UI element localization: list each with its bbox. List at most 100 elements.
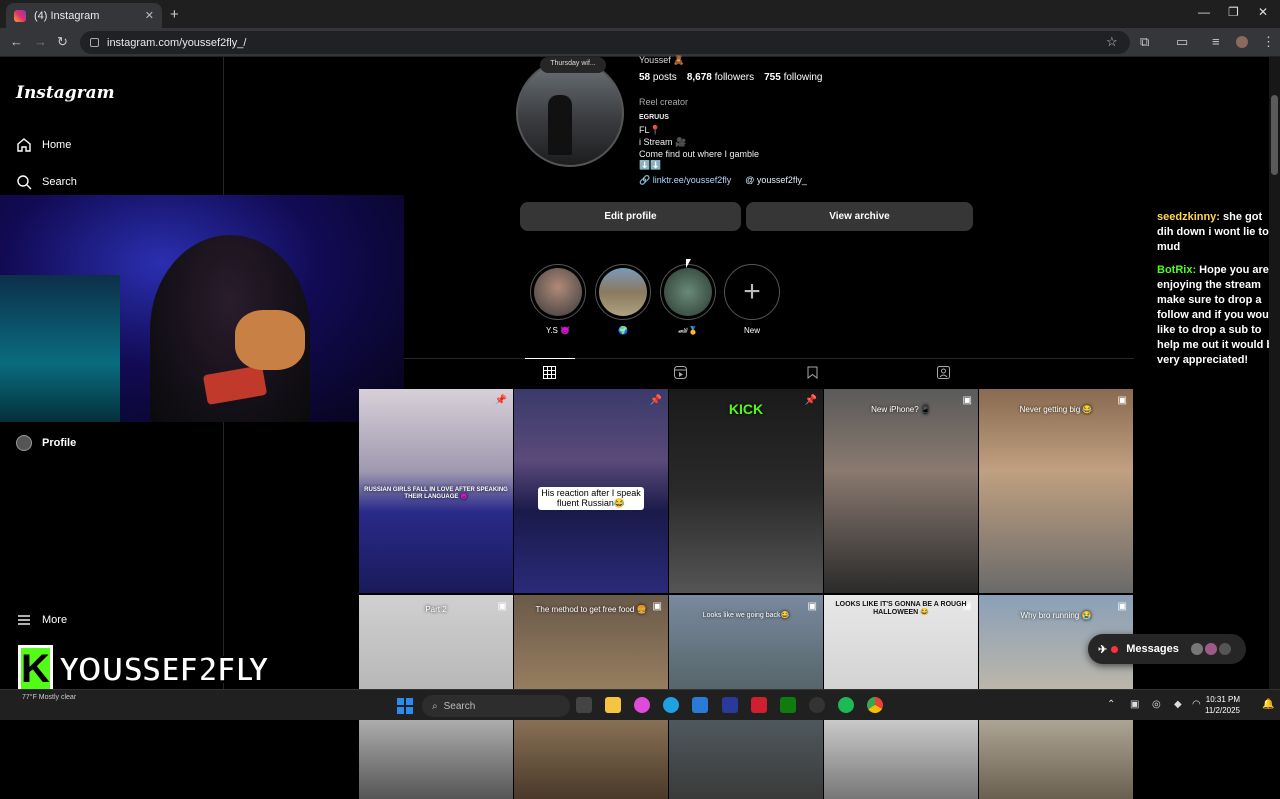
chrome-icon[interactable] [867, 697, 883, 713]
avatar [1204, 643, 1217, 655]
sidebar-item-search[interactable]: Search [16, 174, 77, 190]
media-icon[interactable]: ≡ [1212, 34, 1220, 49]
url-text: instagram.com/youssef2fly_/ [107, 36, 247, 49]
messenger-icon: ✈ [1098, 643, 1108, 656]
profile-username: Youssef 🧸 [639, 55, 685, 65]
sidebar-item-home[interactable]: Home [16, 137, 71, 153]
followers-count[interactable]: 8,678 followers [687, 72, 754, 83]
chat-username: seedzkinny: [1157, 211, 1220, 223]
chrome-menu-icon[interactable]: ⋮ [1262, 34, 1275, 50]
following-count[interactable]: 755 following [764, 72, 822, 83]
threads-link[interactable]: @ youssef2fly_ [745, 175, 807, 186]
highlight-item[interactable]: Y.S 👿 [530, 264, 586, 335]
browser-tab-strip: (4) Instagram ✕ + — ❐ ✕ [0, 0, 1280, 28]
post-tile[interactable]: 📌 KICK [669, 389, 823, 593]
menu-icon [16, 612, 32, 628]
tab-title: (4) Instagram [34, 9, 100, 22]
copilot-icon[interactable] [634, 697, 650, 713]
minimize-button[interactable]: — [1198, 5, 1210, 19]
wifi-icon[interactable]: ◠ [1192, 699, 1201, 710]
close-window-button[interactable]: ✕ [1258, 5, 1268, 19]
messages-button[interactable]: ✈ Messages [1088, 634, 1246, 664]
profile-stats: 58 posts 8,678 followers 755 following [639, 72, 822, 83]
tab-posts-grid-icon[interactable] [542, 365, 556, 379]
weather-widget[interactable]: 77°F Mostly clear [22, 694, 76, 702]
address-bar[interactable]: instagram.com/youssef2fly_/ [80, 31, 1130, 54]
post-tile[interactable]: ▣ Never getting big 😂 [979, 389, 1133, 593]
new-highlight-button[interactable]: + New [724, 264, 780, 335]
clock-date: 11/2/2025 [1205, 706, 1240, 715]
post-caption: LOOKS LIKE IT'S GONNA BE A ROUGH HALLOWE… [835, 601, 967, 616]
store-icon[interactable] [692, 697, 708, 713]
profile-note[interactable]: Thursday wif... [540, 57, 606, 73]
post-tile[interactable]: 📌 RUSSIAN GIRLS FALL IN LOVE AFTER SPEAK… [359, 389, 513, 593]
file-explorer-icon[interactable] [605, 697, 621, 713]
obs-icon[interactable] [809, 697, 825, 713]
view-archive-button[interactable]: View archive [746, 202, 973, 231]
post-grid: 📌 RUSSIAN GIRLS FALL IN LOVE AFTER SPEAK… [359, 389, 1135, 799]
edit-profile-button[interactable]: Edit profile [520, 202, 741, 231]
highlight-item[interactable]: 🏎🥇 [660, 264, 716, 335]
kick-logo-icon: K [18, 645, 53, 693]
post-tile[interactable]: ▣ New iPhone? 📱 [824, 389, 978, 593]
mouse-cursor-icon [686, 259, 691, 268]
tray-app-icon[interactable]: ▣ [1130, 699, 1139, 710]
tab-saved-icon[interactable] [805, 365, 819, 379]
profile-avatar-large[interactable] [516, 59, 624, 167]
sidebar-item-label: More [42, 614, 68, 626]
tab-tagged-icon[interactable] [936, 365, 950, 379]
app-shield-icon[interactable] [751, 697, 767, 713]
extensions-icon[interactable]: ⧉ [1140, 34, 1149, 50]
webcam-background-shelf [0, 275, 120, 422]
xbox-icon[interactable] [780, 697, 796, 713]
reload-icon[interactable]: ↻ [57, 34, 68, 50]
system-clock[interactable]: 10:31 PM 11/2/2025 [1205, 694, 1240, 716]
browser-tab[interactable]: (4) Instagram ✕ [6, 3, 162, 28]
browser-toolbar: ← → ↻ instagram.com/youssef2fly_/ ☆ ⧉ ▭ … [0, 28, 1280, 57]
forward-arrow-icon[interactable]: → [34, 34, 47, 49]
sidebar-item-profile[interactable]: Profile [16, 435, 76, 451]
taskbar-search[interactable]: ⌕ Search [422, 695, 570, 717]
tray-app-icon[interactable]: ◎ [1152, 699, 1161, 710]
windows-start-icon[interactable] [397, 698, 413, 714]
webcam-hand [235, 310, 305, 370]
streamer-name: YOUSSEF2FLY [58, 649, 270, 690]
instagram-logo[interactable]: Instagram [16, 83, 115, 103]
bio-line: FL📍 [639, 125, 661, 135]
home-icon [16, 137, 32, 153]
pin-icon: 📌 [649, 395, 662, 406]
tab-reels-icon[interactable] [673, 365, 687, 379]
chat-text: Hope you are enjoying the stream make su… [1157, 264, 1280, 366]
chrome-profile-avatar[interactable] [1236, 36, 1248, 48]
sidebar-item-label: Home [42, 139, 72, 151]
page-scrollbar[interactable] [1269, 57, 1280, 690]
sidebar-item-more[interactable]: More [16, 612, 67, 628]
webcam-overlay [0, 195, 404, 422]
task-view-icon[interactable] [576, 697, 592, 713]
sidepanel-icon[interactable]: ▭ [1176, 34, 1188, 50]
avatar [1218, 643, 1231, 655]
edge-icon[interactable] [663, 697, 679, 713]
tray-chevron-icon[interactable]: ⌃ [1107, 699, 1115, 710]
avatar [1190, 643, 1203, 655]
spotify-icon[interactable] [838, 697, 854, 713]
post-tile[interactable]: 📌 His reaction after I speak fluent Russ… [514, 389, 668, 593]
search-icon: ⌕ [432, 700, 438, 712]
linktree-link[interactable]: 🔗 linktr.ee/youssef2fly [639, 175, 731, 186]
profile-category: Reel creator [639, 97, 689, 107]
close-tab-icon[interactable]: ✕ [145, 9, 154, 22]
highlight-item[interactable]: 🌍 [595, 264, 651, 335]
post-caption: New iPhone? 📱 [871, 405, 931, 414]
scrollbar-thumb[interactable] [1271, 95, 1278, 175]
tray-app-icon[interactable]: ◆ [1174, 699, 1182, 710]
maximize-button[interactable]: ❐ [1228, 5, 1239, 19]
post-caption: Looks like we going back😂 [702, 612, 790, 619]
site-info-icon[interactable] [90, 38, 99, 47]
notification-bell-icon[interactable]: 🔔 [1262, 699, 1274, 710]
stream-chat: seedzkinny: she got dih down i wont lie … [1157, 210, 1280, 368]
bookmark-star-icon[interactable]: ☆ [1106, 34, 1118, 50]
instagram-favicon-icon [14, 9, 26, 22]
app-l-icon[interactable] [722, 697, 738, 713]
new-tab-button[interactable]: + [170, 6, 179, 23]
back-arrow-icon[interactable]: ← [10, 34, 23, 49]
